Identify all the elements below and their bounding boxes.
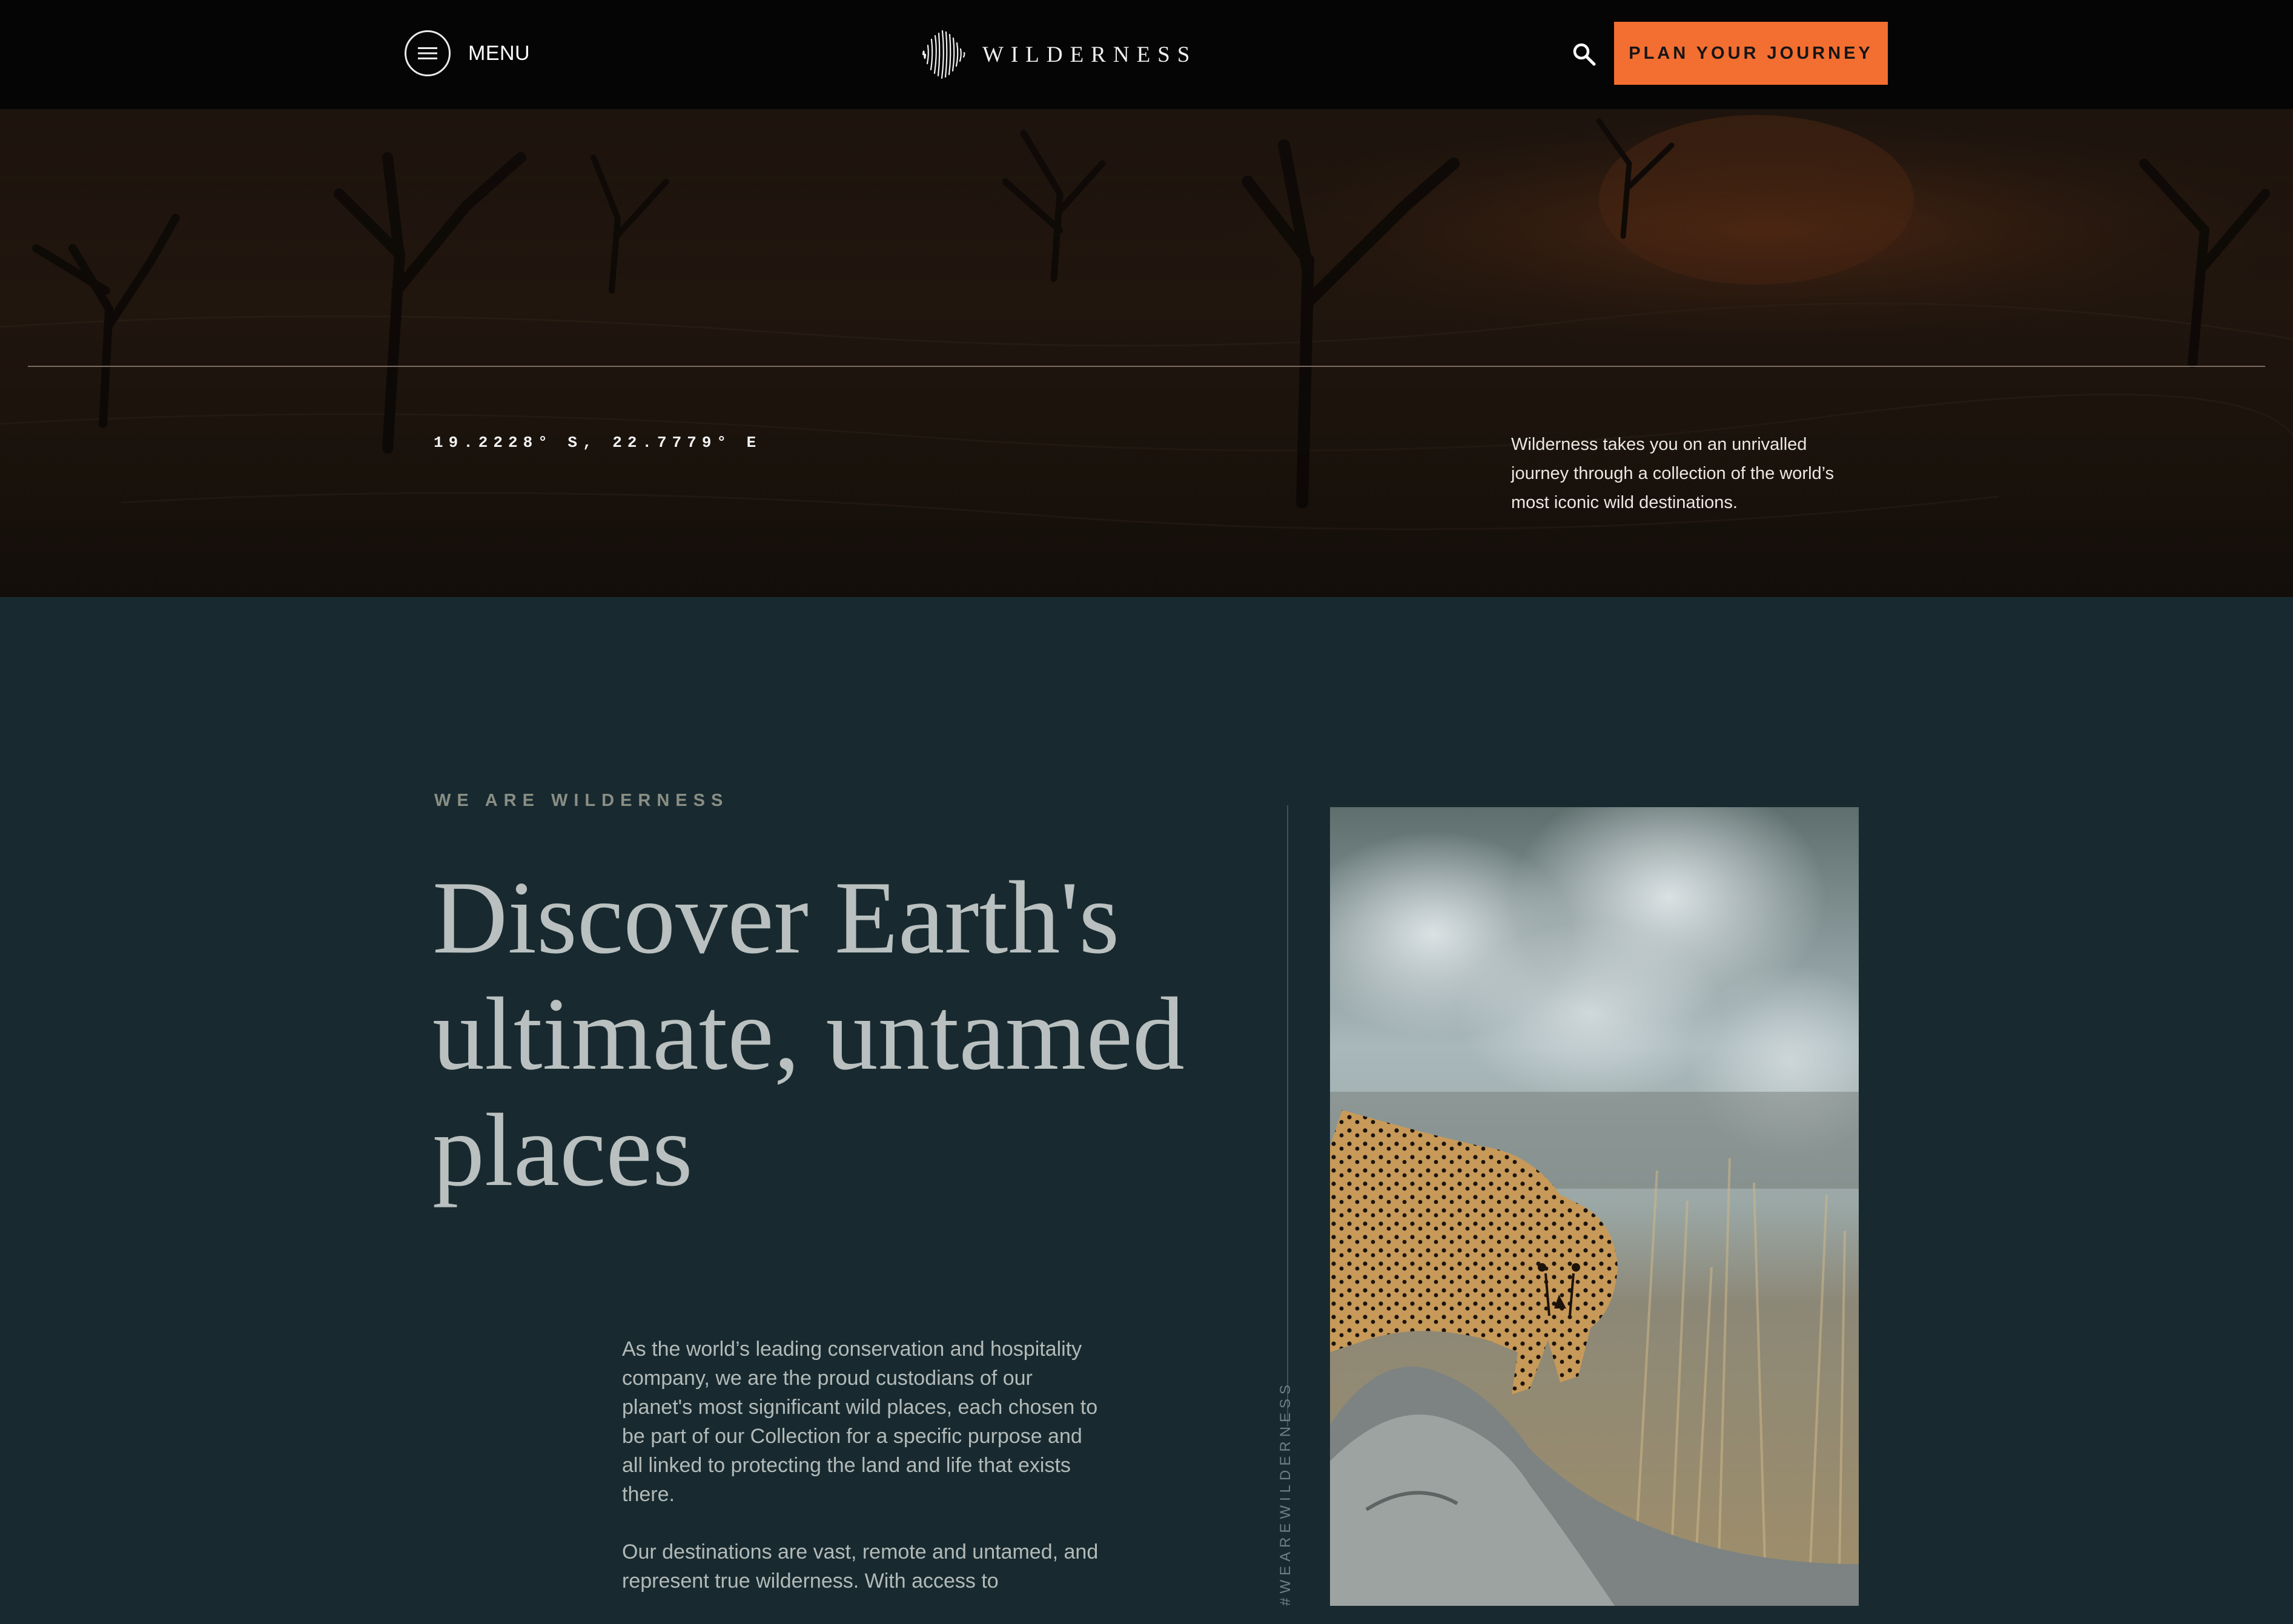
hashtag-vertical-label: #WEAREWILDERNESS — [1277, 1380, 1294, 1606]
plan-your-journey-button[interactable]: PLAN YOUR JOURNEY — [1614, 22, 1888, 85]
search-icon[interactable] — [1571, 41, 1598, 68]
hero-intro-text: Wilderness takes you on an unrivalled jo… — [1511, 435, 1835, 512]
menu-label[interactable]: MENU — [468, 42, 530, 65]
site-header: MENU WILDERNESS PLAN YOUR JOURNEY — [0, 0, 2293, 109]
wilderness-logo[interactable]: WILDERNESS — [918, 25, 1197, 84]
section-body: As the world’s leading conservation and … — [622, 1335, 1100, 1624]
vertical-divider — [1287, 805, 1288, 1427]
desert-landscape-image — [0, 109, 2293, 597]
hamburger-icon[interactable] — [405, 30, 451, 76]
body-paragraph-2: Our destinations are vast, remote and un… — [622, 1540, 1099, 1593]
location-coordinates: 19.2228° S, 22.7779° E — [434, 434, 762, 452]
hero-banner: 19.2228° S, 22.7779° E Wilderness takes … — [0, 109, 2293, 597]
logo-mark-icon — [922, 30, 965, 79]
logo-text: WILDERNESS — [982, 42, 1197, 67]
section-headline: Discover Earth's ultimate, untamed place… — [432, 860, 1185, 1208]
menu-button[interactable]: MENU — [405, 28, 530, 78]
body-paragraph-1: As the world’s leading conservation and … — [622, 1338, 1098, 1506]
section-eyebrow: WE ARE WILDERNESS — [434, 791, 729, 810]
cheetah-photo — [1330, 807, 1859, 1606]
hero-divider — [28, 366, 2265, 367]
